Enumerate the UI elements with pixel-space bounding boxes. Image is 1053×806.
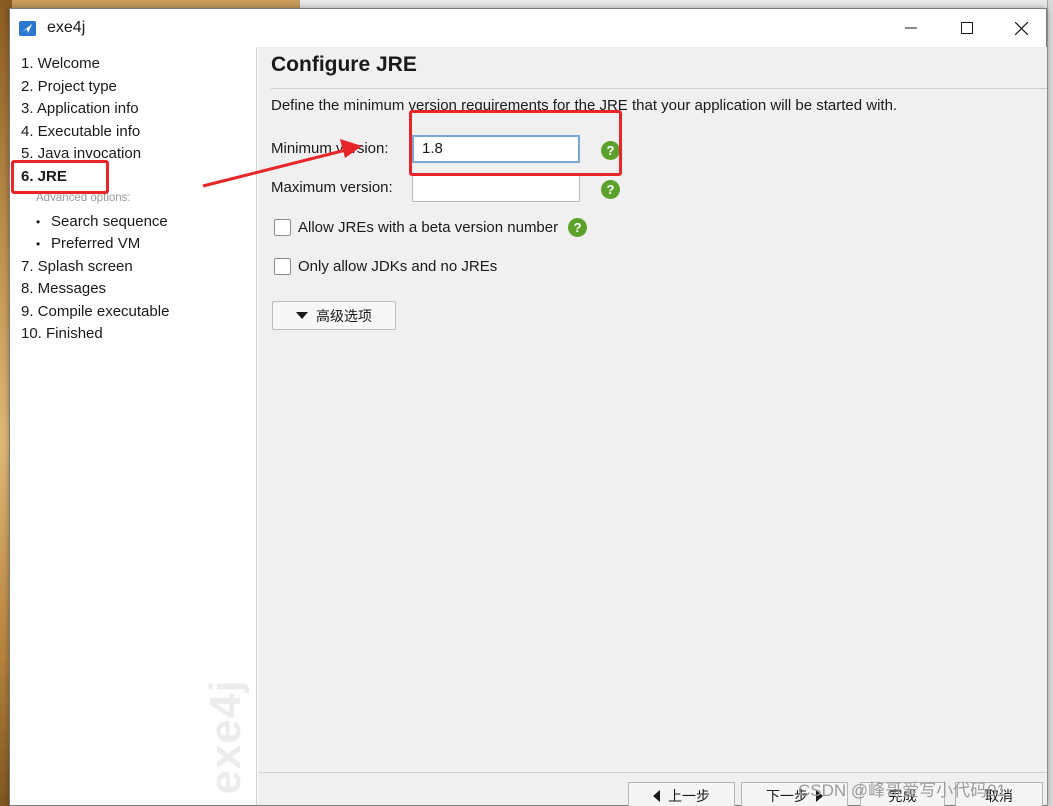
annotation-arrow-icon bbox=[202, 139, 362, 188]
csdn-watermark: CSDN @峰哥爱写小代码01 bbox=[798, 781, 1007, 800]
